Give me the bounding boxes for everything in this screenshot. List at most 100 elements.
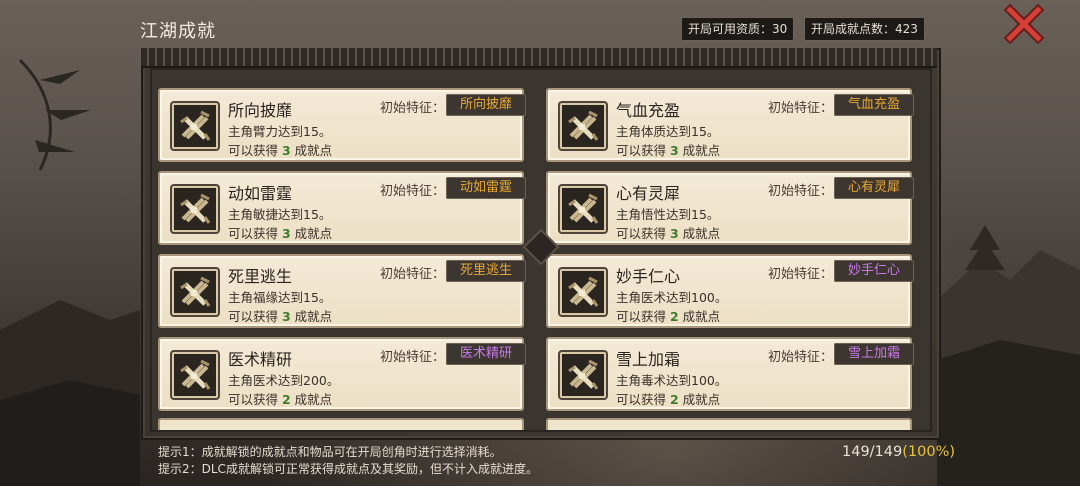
achievement-reward: 可以获得 2 成就点 xyxy=(616,389,720,408)
achievement-reward: 可以获得 3 成就点 xyxy=(228,140,332,159)
achievement-icon xyxy=(560,103,606,149)
next-card-peek xyxy=(546,418,912,430)
initial-trait-badge[interactable]: 气血充盈 xyxy=(834,94,914,116)
hint-1: 提示1：成就解锁的成就点和物品可在开局创角时进行选择消耗。 xyxy=(158,445,502,459)
initial-trait-label: 初始特征： xyxy=(768,184,834,199)
achievement-card[interactable]: 医术精研 主角医术达到200。 可以获得 2 成就点 初始特征： 医术精研 xyxy=(158,337,526,411)
starting-talent-stat: 开局可用资质：30 xyxy=(681,17,795,41)
hint-2: 提示2：DLC成就解锁可正常获得成就点及其奖励，但不计入成就进度。 xyxy=(158,462,538,476)
achievement-card[interactable]: 所向披靡 主角臂力达到15。 可以获得 3 成就点 初始特征： 所向披靡 xyxy=(158,88,526,162)
reward-points: 3 xyxy=(669,226,679,241)
initial-trait-badge[interactable]: 医术精研 xyxy=(446,343,526,365)
reward-points: 2 xyxy=(281,392,291,407)
achievement-condition: 主角臂力达到15。 xyxy=(228,124,332,139)
initial-trait-label: 初始特征： xyxy=(768,267,834,282)
achievement-name: 动如雷霆 xyxy=(228,184,293,203)
reward-suffix: 成就点 xyxy=(290,392,333,407)
reward-prefix: 可以获得 xyxy=(616,392,670,407)
achievement-card[interactable]: 妙手仁心 主角医术达到100。 可以获得 2 成就点 初始特征： 妙手仁心 xyxy=(546,254,914,328)
initial-trait-label: 初始特征： xyxy=(768,101,834,116)
reward-points: 3 xyxy=(281,309,291,324)
initial-trait-badge[interactable]: 所向披靡 xyxy=(446,94,526,116)
achievement-name: 心有灵犀 xyxy=(616,184,681,203)
initial-trait-label: 初始特征： xyxy=(768,350,834,365)
starting-points-stat: 开局成就点数：423 xyxy=(804,17,925,41)
reward-prefix: 可以获得 xyxy=(616,309,670,324)
crossed-weapons-icon xyxy=(568,276,599,307)
crossed-weapons-icon xyxy=(180,276,211,307)
achievement-reward: 可以获得 3 成就点 xyxy=(228,306,332,325)
initial-trait-badge[interactable]: 妙手仁心 xyxy=(834,260,914,282)
achievement-condition: 主角敏捷达到15。 xyxy=(228,207,332,222)
achievement-name: 医术精研 xyxy=(228,350,293,369)
reward-suffix: 成就点 xyxy=(290,226,333,241)
initial-trait-label: 初始特征： xyxy=(380,267,446,282)
crossed-weapons-icon xyxy=(568,193,599,224)
close-button[interactable] xyxy=(1003,3,1045,45)
achievement-condition: 主角悟性达到15。 xyxy=(616,207,720,222)
crossed-weapons-icon xyxy=(568,359,599,390)
initial-trait-badge[interactable]: 死里逃生 xyxy=(446,260,526,282)
achievement-condition: 主角医术达到100。 xyxy=(616,290,728,305)
achievement-reward: 可以获得 3 成就点 xyxy=(616,140,720,159)
achievement-reward: 可以获得 2 成就点 xyxy=(616,306,720,325)
initial-trait-label: 初始特征： xyxy=(380,101,446,116)
initial-trait-badge[interactable]: 雪上加霜 xyxy=(834,343,914,365)
achievement-progress: 149/149(100%) xyxy=(842,444,955,460)
achievement-icon xyxy=(560,352,606,398)
starting-talent-value: 30 xyxy=(772,22,788,36)
reward-points: 2 xyxy=(669,392,679,407)
close-x-icon xyxy=(1003,3,1045,45)
initial-trait-label: 初始特征： xyxy=(380,184,446,199)
achievement-reward: 可以获得 3 成就点 xyxy=(228,223,332,242)
reward-suffix: 成就点 xyxy=(290,309,333,324)
starting-points-label: 开局成就点数： xyxy=(811,22,896,36)
achievement-name: 雪上加霜 xyxy=(616,350,681,369)
reward-suffix: 成就点 xyxy=(678,143,721,158)
reward-points: 2 xyxy=(669,309,679,324)
achievement-condition: 主角福缘达到15。 xyxy=(228,290,332,305)
initial-trait-label: 初始特征： xyxy=(380,350,446,365)
progress-percent: (100%) xyxy=(902,444,956,460)
crossed-weapons-icon xyxy=(568,110,599,141)
reward-prefix: 可以获得 xyxy=(228,392,282,407)
achievement-icon xyxy=(560,186,606,232)
starting-points-value: 423 xyxy=(895,22,918,36)
crossed-weapons-icon xyxy=(180,193,211,224)
achievement-condition: 主角体质达到15。 xyxy=(616,124,720,139)
progress-count: 149/149 xyxy=(842,444,903,460)
reward-prefix: 可以获得 xyxy=(228,309,282,324)
reward-prefix: 可以获得 xyxy=(228,226,282,241)
initial-trait-badge[interactable]: 动如雷霆 xyxy=(446,177,526,199)
achievement-name: 气血充盈 xyxy=(616,101,681,120)
achievement-condition: 主角毒术达到100。 xyxy=(616,373,728,388)
page-title: 江湖成就 xyxy=(140,21,216,42)
achievement-icon xyxy=(560,269,606,315)
initial-trait-badge[interactable]: 心有灵犀 xyxy=(834,177,914,199)
reward-suffix: 成就点 xyxy=(678,226,721,241)
achievement-icon xyxy=(172,186,218,232)
panel-pattern-border xyxy=(141,48,937,68)
achievement-card[interactable]: 心有灵犀 主角悟性达到15。 可以获得 3 成就点 初始特征： 心有灵犀 xyxy=(546,171,914,245)
next-card-peek xyxy=(158,418,524,430)
reward-points: 3 xyxy=(281,143,291,158)
reward-prefix: 可以获得 xyxy=(616,226,670,241)
reward-suffix: 成就点 xyxy=(290,143,333,158)
achievement-icon xyxy=(172,103,218,149)
achievement-reward: 可以获得 3 成就点 xyxy=(616,223,720,242)
reward-prefix: 可以获得 xyxy=(228,143,282,158)
reward-suffix: 成就点 xyxy=(678,392,721,407)
achievement-icon xyxy=(172,352,218,398)
achievement-card[interactable]: 雪上加霜 主角毒术达到100。 可以获得 2 成就点 初始特征： 雪上加霜 xyxy=(546,337,914,411)
achievement-card[interactable]: 气血充盈 主角体质达到15。 可以获得 3 成就点 初始特征： 气血充盈 xyxy=(546,88,914,162)
achievement-name: 妙手仁心 xyxy=(616,267,681,286)
achievement-condition: 主角医术达到200。 xyxy=(228,373,340,388)
reward-prefix: 可以获得 xyxy=(616,143,670,158)
achievement-name: 死里逃生 xyxy=(228,267,293,286)
achievement-card[interactable]: 死里逃生 主角福缘达到15。 可以获得 3 成就点 初始特征： 死里逃生 xyxy=(158,254,526,328)
achievement-reward: 可以获得 2 成就点 xyxy=(228,389,332,408)
achievement-card[interactable]: 动如雷霆 主角敏捷达到15。 可以获得 3 成就点 初始特征： 动如雷霆 xyxy=(158,171,526,245)
crossed-weapons-icon xyxy=(180,359,211,390)
achievement-name: 所向披靡 xyxy=(228,101,293,120)
achievement-icon xyxy=(172,269,218,315)
